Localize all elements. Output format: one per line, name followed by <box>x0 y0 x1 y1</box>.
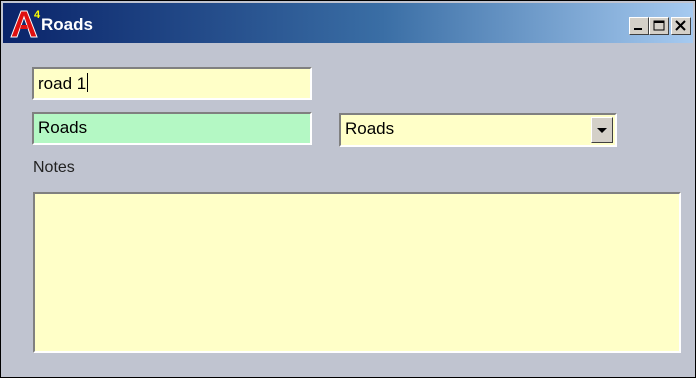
name-input[interactable]: road 1 <box>32 67 312 100</box>
window-title: Roads <box>41 15 93 34</box>
maximize-button[interactable] <box>649 17 669 35</box>
layer-name-text: Roads <box>38 118 88 137</box>
close-button[interactable] <box>671 17 691 35</box>
title-bar[interactable]: 4 Roads <box>3 3 693 43</box>
dropdown-arrow-button[interactable] <box>591 117 613 143</box>
minimize-icon <box>634 28 642 30</box>
layer-dropdown[interactable]: Roads <box>339 113 617 147</box>
svg-text:4: 4 <box>34 9 41 21</box>
roads-window: 4 Roads road 1 Roads Roads Notes <box>0 0 696 378</box>
layer-name-input[interactable]: Roads <box>32 112 312 145</box>
close-icon <box>675 20 686 31</box>
minimize-button[interactable] <box>629 17 649 35</box>
autocad-app-icon: 4 <box>10 9 41 38</box>
name-input-text: road 1 <box>38 74 87 93</box>
maximize-icon <box>653 20 665 31</box>
text-caret <box>87 73 89 92</box>
notes-label: Notes <box>33 159 75 176</box>
notes-textarea[interactable] <box>33 192 681 353</box>
layer-dropdown-value: Roads <box>345 119 395 138</box>
chevron-down-icon <box>597 128 607 133</box>
